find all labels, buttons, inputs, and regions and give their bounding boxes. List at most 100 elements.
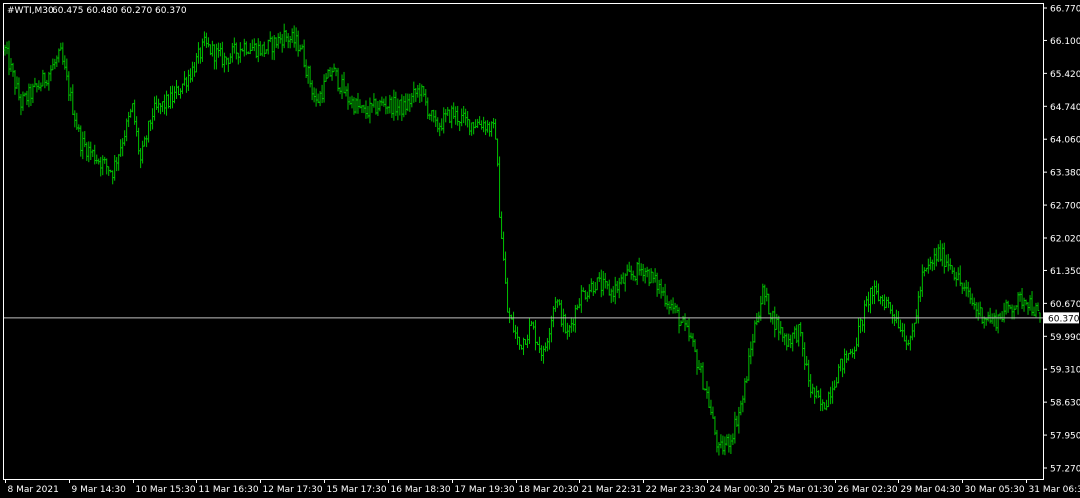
ohlc-bar — [695, 349, 699, 375]
ohlc-bar — [516, 326, 519, 345]
y-tick-label: 60.670 — [1050, 300, 1080, 310]
ohlc-bar — [671, 297, 675, 314]
ohlc-bar — [229, 53, 232, 64]
ohlc-bar — [775, 313, 778, 330]
ohlc-bar — [404, 93, 408, 115]
ohlc-bar — [29, 83, 33, 106]
ohlc-bar — [408, 93, 412, 112]
ohlc-bar — [342, 71, 346, 94]
ohlc-bar — [941, 243, 944, 267]
ohlc-bar — [169, 86, 172, 109]
ohlc-bar — [484, 120, 487, 136]
ohlc-bar — [921, 264, 924, 297]
ohlc-bar — [1012, 305, 1016, 320]
ohlc-bar — [949, 258, 952, 270]
ohlc-bar — [187, 69, 190, 91]
ohlc-bar — [203, 31, 206, 47]
ohlc-bar — [384, 96, 388, 115]
ohlc-bar — [312, 87, 316, 103]
x-tick-label: 21 Mar 22:31 — [582, 485, 642, 495]
ohlc-bar — [292, 25, 296, 48]
x-tick-label: 26 Mar 02:30 — [838, 485, 898, 495]
ohlc-bar — [277, 33, 280, 49]
ohlc-bar — [548, 327, 551, 350]
ohlc-bar — [438, 122, 441, 137]
ohlc-bar — [1006, 300, 1010, 313]
ohlc-bar — [350, 95, 354, 109]
ohlc-bar — [498, 156, 501, 218]
ohlc-bar — [1020, 287, 1024, 310]
y-tick-label: 65.420 — [1050, 70, 1080, 80]
ohlc-bar — [486, 120, 489, 133]
ohlc-bar — [649, 268, 653, 284]
ohlc-bar — [75, 112, 78, 130]
ohlc-bar — [789, 334, 792, 349]
ohlc-bar — [705, 381, 709, 399]
ohlc-bar — [73, 110, 76, 128]
ohlc-bar — [572, 318, 575, 332]
ohlc-bar — [183, 71, 186, 86]
ohlc-bar — [847, 352, 850, 361]
x-tick-label: 25 Mar 01:30 — [774, 485, 834, 495]
ohlc-bar — [336, 67, 340, 92]
ohlc-bar — [980, 307, 984, 324]
ohlc-bar — [322, 74, 326, 103]
ohlc-bar — [506, 277, 509, 313]
ohlc-bar — [115, 157, 118, 172]
ohlc-bar — [622, 272, 625, 284]
ohlc-bar — [767, 293, 770, 315]
ohlc-bar — [873, 280, 876, 305]
ohlc-bar — [460, 108, 463, 127]
ohlc-bar — [338, 87, 342, 95]
ohlc-bar — [518, 336, 521, 350]
ohlc-bar — [356, 92, 360, 114]
ohlc-bar — [797, 323, 800, 347]
ohlc-bar — [235, 42, 238, 60]
y-tick-label: 57.270 — [1050, 465, 1080, 475]
ohlc-bar — [332, 63, 336, 73]
price-axis[interactable]: 66.770 66.100 65.420 64.740 64.060 63.380 62.7… — [1043, 5, 1080, 475]
y-tick-label: 66.770 — [1050, 5, 1080, 15]
ohlc-bar — [839, 358, 842, 372]
ohlc-bar — [913, 322, 916, 338]
ohlc-bar — [41, 69, 45, 87]
ohlc-bar — [693, 339, 697, 353]
ohlc-bar — [442, 107, 445, 134]
ohlc-bar — [27, 83, 31, 108]
ohlc-bar — [123, 130, 126, 146]
ohlc-bar — [687, 318, 691, 342]
ohlc-bar — [683, 313, 687, 332]
ohlc-bar — [271, 36, 274, 60]
ohlc-bar — [372, 93, 376, 108]
y-tick-label: 62.700 — [1050, 202, 1080, 212]
ohlc-bar — [400, 94, 404, 121]
ohlc-bar — [677, 307, 681, 334]
ohlc-bar — [723, 436, 727, 456]
ohlc-bar — [19, 94, 23, 116]
ohlc-bar — [263, 41, 266, 57]
ohlc-bar — [151, 108, 154, 130]
ohlc-bar — [590, 278, 593, 293]
ohlc-bar — [751, 333, 755, 357]
ohlc-bar — [809, 374, 812, 398]
ohlc-bar — [71, 84, 75, 116]
ohlc-bar — [787, 333, 790, 347]
ohlc-bar — [215, 43, 218, 70]
ohlc-bar — [502, 231, 505, 261]
price-chart[interactable]: #WTI,M30 60.475 60.480 60.270 60.370 60.… — [0, 0, 1080, 498]
ohlc-bar — [251, 39, 254, 51]
ohlc-bar — [929, 256, 932, 270]
ohlc-readout: 60.475 60.480 60.270 60.370 — [52, 6, 187, 16]
ohlc-bar — [996, 314, 1000, 334]
y-tick-label: 62.020 — [1050, 235, 1080, 245]
ohlc-bar — [550, 315, 553, 343]
ohlc-bar — [538, 336, 541, 354]
time-axis[interactable]: 8 Mar 2021 9 Mar 14:30 10 Mar 15:30 11 Mar … — [5, 479, 1080, 495]
ohlc-bar — [819, 388, 822, 412]
ohlc-bar — [691, 333, 695, 347]
ohlc-bar — [450, 105, 453, 129]
ohlc-bar — [641, 263, 645, 282]
ohlc-bar — [937, 244, 940, 263]
ohlc-bar — [659, 278, 663, 299]
ohlc-bar — [935, 247, 938, 267]
